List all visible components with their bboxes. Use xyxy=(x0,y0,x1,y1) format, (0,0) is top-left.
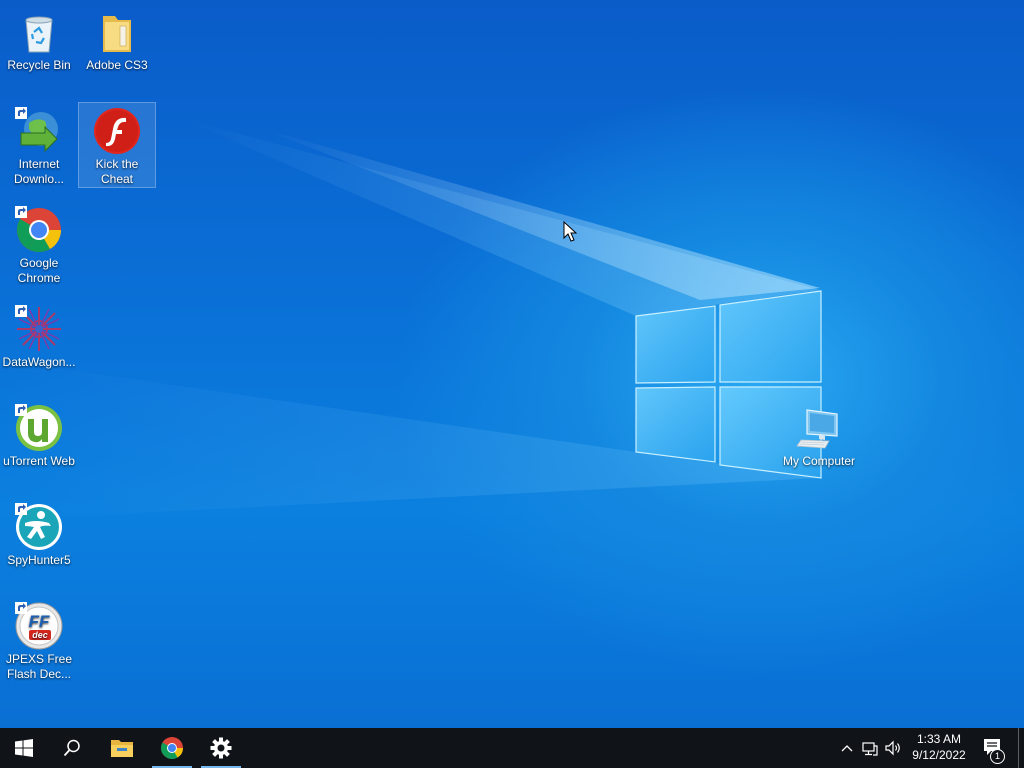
search-icon xyxy=(63,739,80,757)
ffdec-glyph-bottom: dec xyxy=(32,630,48,640)
desktop-icon-kick-the-cheat[interactable]: Kick the Cheat xyxy=(78,102,156,188)
network-icon[interactable] xyxy=(862,740,878,756)
shortcut-arrow-icon xyxy=(15,305,27,317)
shortcut-arrow-icon xyxy=(15,206,27,218)
shortcut-arrow-icon xyxy=(15,602,27,614)
start-button[interactable] xyxy=(0,728,48,768)
desktop-icon-jpexs-ffdec[interactable]: FF dec JPEXS Free Flash Dec... xyxy=(1,598,77,684)
desktop-icon-label: JPEXS Free Flash Dec... xyxy=(5,652,73,681)
desktop[interactable]: Recycle Bin Adobe CS3 Internet Downlo...… xyxy=(0,0,1024,728)
desktop-icon-datawagon[interactable]: DataWagon... xyxy=(1,301,77,372)
recycle-bin-icon xyxy=(25,16,53,53)
taskbar-clock[interactable]: 1:33 AM 9/12/2022 xyxy=(906,731,972,763)
chrome-icon xyxy=(161,737,183,759)
search-button[interactable] xyxy=(48,728,96,768)
desktop-icon-label: Kick the Cheat xyxy=(95,157,139,186)
clock-date: 9/12/2022 xyxy=(912,748,966,762)
my-computer-icon xyxy=(796,409,838,449)
file-explorer-icon xyxy=(111,740,133,757)
show-desktop-button[interactable] xyxy=(1018,728,1024,768)
taskbar-file-explorer[interactable] xyxy=(98,728,146,768)
desktop-icon-label: uTorrent Web xyxy=(3,454,75,468)
shortcut-arrow-icon xyxy=(15,107,27,119)
taskbar-settings[interactable] xyxy=(197,728,245,768)
clock-time: 1:33 AM xyxy=(916,732,962,746)
desktop-icon-recycle-bin[interactable]: Recycle Bin xyxy=(1,4,77,75)
mouse-cursor-icon xyxy=(563,221,577,242)
desktop-icon-utorrent-web[interactable]: uTorrent Web xyxy=(1,400,77,471)
desktop-icon-label: SpyHunter5 xyxy=(7,553,71,567)
gear-icon xyxy=(210,737,232,759)
flash-player-icon xyxy=(94,108,140,154)
shortcut-arrow-icon xyxy=(15,503,27,515)
shortcut-arrow-icon xyxy=(15,404,27,416)
volume-icon[interactable] xyxy=(885,740,901,756)
desktop-icon-label: DataWagon... xyxy=(2,355,76,369)
notification-count-badge: 1 xyxy=(990,749,1005,764)
windows-logo-icon xyxy=(15,739,33,757)
taskbar: 1:33 AM 9/12/2022 1 xyxy=(0,728,1024,768)
show-hidden-icons-chevron-icon[interactable] xyxy=(839,740,855,756)
desktop-icon-label: My Computer xyxy=(782,454,856,468)
desktop-icon-label: Internet Downlo... xyxy=(13,157,65,186)
taskbar-chrome[interactable] xyxy=(148,728,196,768)
desktop-icon-my-computer[interactable]: My Computer xyxy=(781,400,857,471)
desktop-icon-internet-download-manager[interactable]: Internet Downlo... xyxy=(1,103,77,189)
desktop-icon-label: Recycle Bin xyxy=(7,58,71,72)
ffdec-glyph-top: FF xyxy=(29,612,50,631)
desktop-icon-spyhunter5[interactable]: SpyHunter5 xyxy=(1,499,77,570)
desktop-icon-label: Google Chrome xyxy=(17,256,61,285)
desktop-icon-label: Adobe CS3 xyxy=(86,58,148,72)
desktop-icon-google-chrome[interactable]: Google Chrome xyxy=(1,202,77,288)
desktop-icon-adobe-cs3[interactable]: Adobe CS3 xyxy=(79,4,155,75)
folder-icon xyxy=(103,16,131,52)
